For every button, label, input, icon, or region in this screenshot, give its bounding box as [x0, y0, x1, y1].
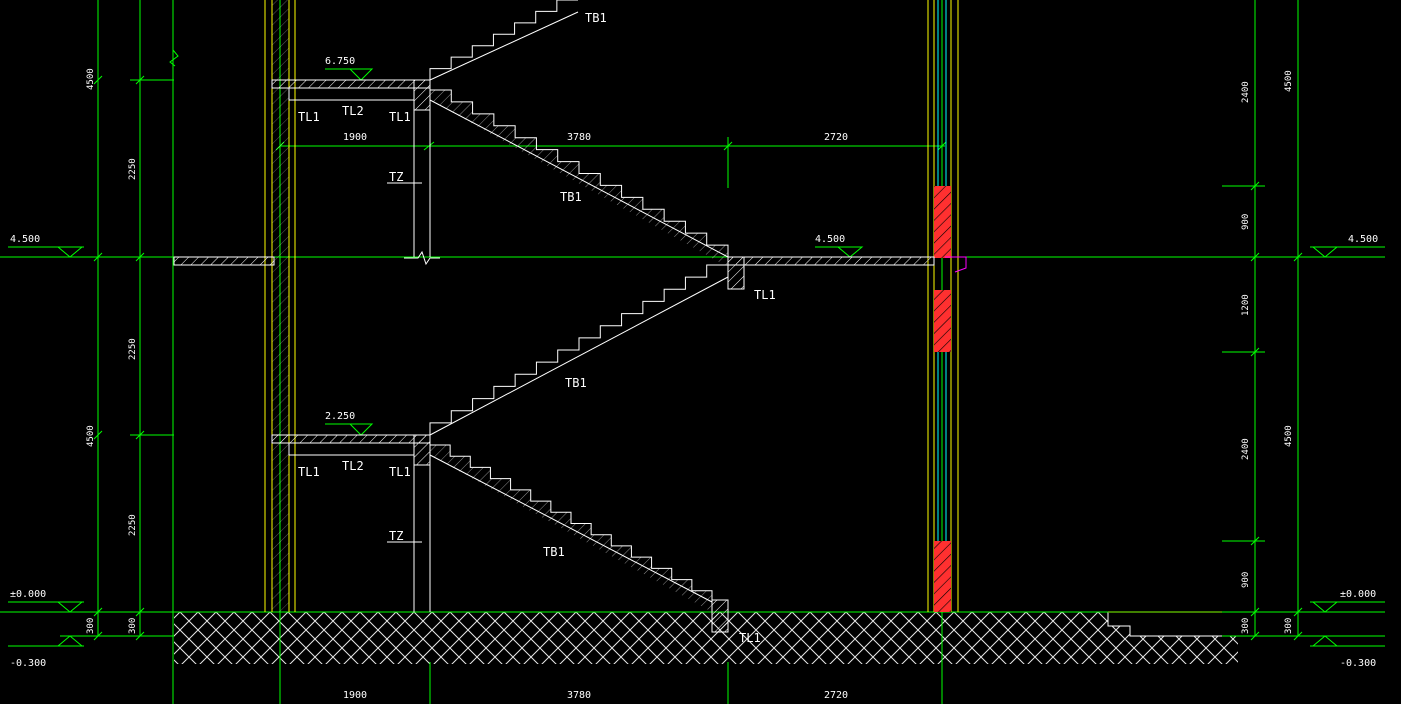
label-tl1-upper-right: TL1 [389, 110, 411, 124]
dim-bottom-3780: 3780 [567, 690, 591, 701]
dim-right-outer-2: 4500 [1284, 425, 1294, 447]
elevation-4500-left: 4.500 [10, 234, 40, 245]
label-tb1-mid-up: TB1 [565, 376, 587, 390]
flight-top-up-steps [429, 0, 578, 80]
vertical-dimensions: 4500 4500 300 2250 2250 2250 300 4500 45… [86, 68, 1294, 634]
dim-left-outer-2: 4500 [86, 425, 96, 447]
elevation-4500-landing: 4.500 [815, 234, 845, 245]
flight-upper-down-hatch [430, 90, 728, 267]
label-tb1-lower-down: TB1 [543, 545, 565, 559]
dim-right-outer-1: 4500 [1284, 70, 1294, 92]
dim-right-inner-5: 900 [1241, 572, 1251, 588]
right-wall [927, 0, 967, 612]
flight-top-up-soffit [429, 11, 579, 81]
component-labels: TB1 TB1 TB1 TB1 TL1 TL2 TL1 TL1 TL1 TL2 … [298, 11, 776, 645]
dim-left-inner-2: 2250 [128, 338, 138, 360]
label-tl1-mid: TL1 [754, 288, 776, 302]
label-tz-lower: TZ [389, 529, 403, 543]
dim-mid-3780: 3780 [567, 132, 591, 143]
flight-lower-down-hatch [430, 445, 712, 612]
dim-right-outer-3: 300 [1284, 618, 1294, 634]
elevation-ground-left: ±0.000 [10, 589, 46, 600]
dim-left-inner-4: 300 [128, 618, 138, 634]
label-tl2-upper: TL2 [342, 104, 364, 118]
elevation-below-left: -0.300 [10, 658, 46, 669]
dim-bottom-1900: 1900 [343, 690, 367, 701]
label-tl1-bottom: TL1 [739, 631, 761, 645]
stair-flights [429, 0, 729, 612]
dim-right-inner-3: 1200 [1241, 294, 1251, 316]
dim-left-inner-3: 2250 [128, 514, 138, 536]
dim-left-inner-1: 2250 [128, 158, 138, 180]
ground-slab [174, 611, 1238, 664]
flight-mid-up-soffit [429, 276, 729, 436]
label-tl1-upper-left: TL1 [298, 110, 320, 124]
dim-mid-1900: 1900 [343, 132, 367, 143]
elevation-landing-upper: 6.750 [325, 56, 355, 67]
elevation-labels: 4.500 4.500 4.500 ±0.000 ±0.000 -0.300 -… [10, 56, 1378, 669]
dim-right-inner-4: 2400 [1241, 438, 1251, 460]
dim-right-inner-1: 2400 [1241, 81, 1251, 103]
label-tb1-top: TB1 [585, 11, 607, 25]
dim-bottom-2720: 2720 [824, 690, 848, 701]
dim-left-outer-1: 4500 [86, 68, 96, 90]
elevation-ground-right: ±0.000 [1340, 589, 1376, 600]
label-tz-upper: TZ [389, 170, 403, 184]
label-tl1-lower-right: TL1 [389, 465, 411, 479]
left-wall [264, 0, 296, 612]
label-tl1-lower-left: TL1 [298, 465, 320, 479]
stair-section-drawing: 4.500 4.500 4.500 ±0.000 ±0.000 -0.300 -… [0, 0, 1385, 704]
label-tb1-upper-down: TB1 [560, 190, 582, 204]
dim-right-inner-2: 900 [1241, 214, 1251, 230]
dim-right-inner-6: 300 [1241, 618, 1251, 634]
dim-left-outer-3: 300 [86, 618, 96, 634]
dim-mid-2720: 2720 [824, 132, 848, 143]
elevation-landing-lower: 2.250 [325, 411, 355, 422]
elevation-4500-right: 4.500 [1348, 234, 1378, 245]
label-tl2-lower: TL2 [342, 459, 364, 473]
flight-mid-up-steps [429, 264, 728, 435]
elevation-below-right: -0.300 [1340, 658, 1376, 669]
